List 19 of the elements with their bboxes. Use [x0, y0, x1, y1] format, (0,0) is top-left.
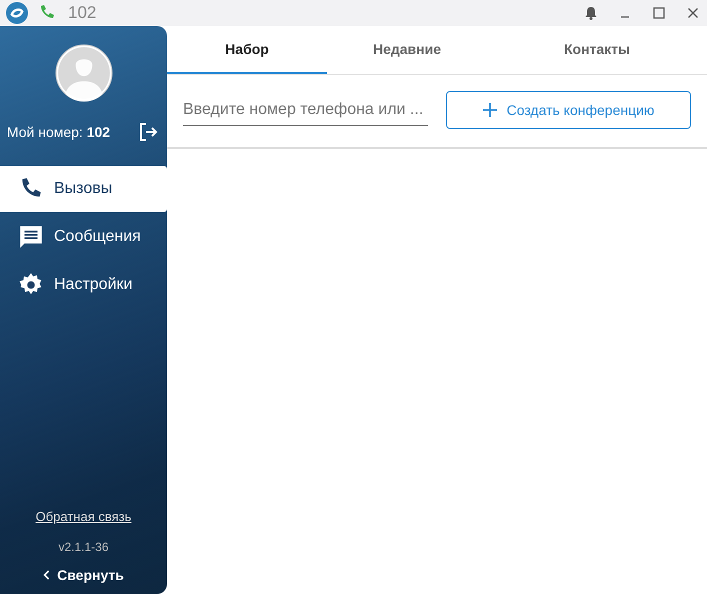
nav-item[interactable]: Настройки [0, 262, 167, 308]
app-logo-icon [6, 2, 28, 24]
version-label: v2.1.1-36 [58, 540, 109, 554]
window-title: 102 [68, 3, 96, 23]
plus-icon [482, 103, 497, 117]
tab[interactable]: Набор [167, 26, 327, 74]
feedback-link[interactable]: Обратная связь [36, 509, 132, 524]
maximize-icon[interactable] [651, 5, 667, 21]
tab[interactable]: Недавние [327, 26, 487, 74]
bell-icon[interactable] [583, 5, 599, 21]
tab[interactable]: Контакты [487, 26, 707, 74]
nav-item[interactable]: Сообщения [0, 214, 167, 260]
collapse-button[interactable]: Свернуть [37, 566, 130, 584]
nav-item[interactable]: Вызовы [0, 166, 167, 212]
chevron-left-icon [43, 569, 52, 581]
create-conference-button[interactable]: Создать конференцию [446, 91, 691, 129]
my-number-label: Мой номер: 102 [6, 124, 110, 140]
avatar-icon [54, 44, 112, 102]
chat-icon [18, 224, 44, 250]
